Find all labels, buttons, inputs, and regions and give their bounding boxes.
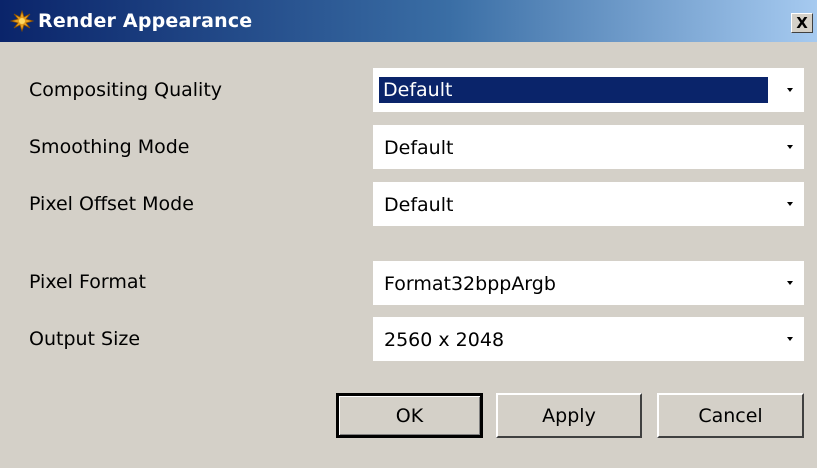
pixel-format-dropdown[interactable]: Format32bppArgb xyxy=(373,261,804,305)
output-size-label: Output Size xyxy=(29,328,141,350)
title-bar[interactable]: Render Appearance X xyxy=(0,0,817,42)
smoothing-mode-value: Default xyxy=(384,137,454,159)
ok-button[interactable]: OK xyxy=(336,393,483,438)
apply-button-label: Apply xyxy=(542,404,596,427)
smoothing-mode-label: Smoothing Mode xyxy=(29,136,190,158)
pixel-offset-mode-dropdown[interactable]: Default xyxy=(373,182,804,226)
chevron-down-icon[interactable] xyxy=(777,319,803,359)
chevron-down-icon[interactable] xyxy=(777,70,803,110)
render-appearance-dialog: Render Appearance X Compositing Quality … xyxy=(0,0,817,468)
output-size-dropdown[interactable]: 2560 x 2048 xyxy=(373,317,804,361)
app-icon xyxy=(9,9,35,33)
cancel-button[interactable]: Cancel xyxy=(657,393,804,438)
chevron-down-icon[interactable] xyxy=(777,263,803,303)
pixel-offset-mode-label: Pixel Offset Mode xyxy=(29,193,194,215)
close-button[interactable]: X xyxy=(791,13,813,33)
pixel-format-label: Pixel Format xyxy=(29,271,146,293)
output-size-value: 2560 x 2048 xyxy=(384,329,505,351)
window-title: Render Appearance xyxy=(38,10,253,32)
compositing-quality-value: Default xyxy=(379,77,768,103)
apply-button[interactable]: Apply xyxy=(496,393,642,438)
chevron-down-icon[interactable] xyxy=(777,127,803,167)
ok-button-label: OK xyxy=(395,404,424,427)
cancel-button-label: Cancel xyxy=(698,404,763,427)
compositing-quality-label: Compositing Quality xyxy=(29,79,223,101)
close-icon: X xyxy=(796,13,808,32)
pixel-offset-mode-value: Default xyxy=(384,194,454,216)
chevron-down-icon[interactable] xyxy=(777,184,803,224)
smoothing-mode-dropdown[interactable]: Default xyxy=(373,125,804,169)
compositing-quality-dropdown[interactable]: Default xyxy=(373,68,804,112)
pixel-format-value: Format32bppArgb xyxy=(384,273,556,295)
